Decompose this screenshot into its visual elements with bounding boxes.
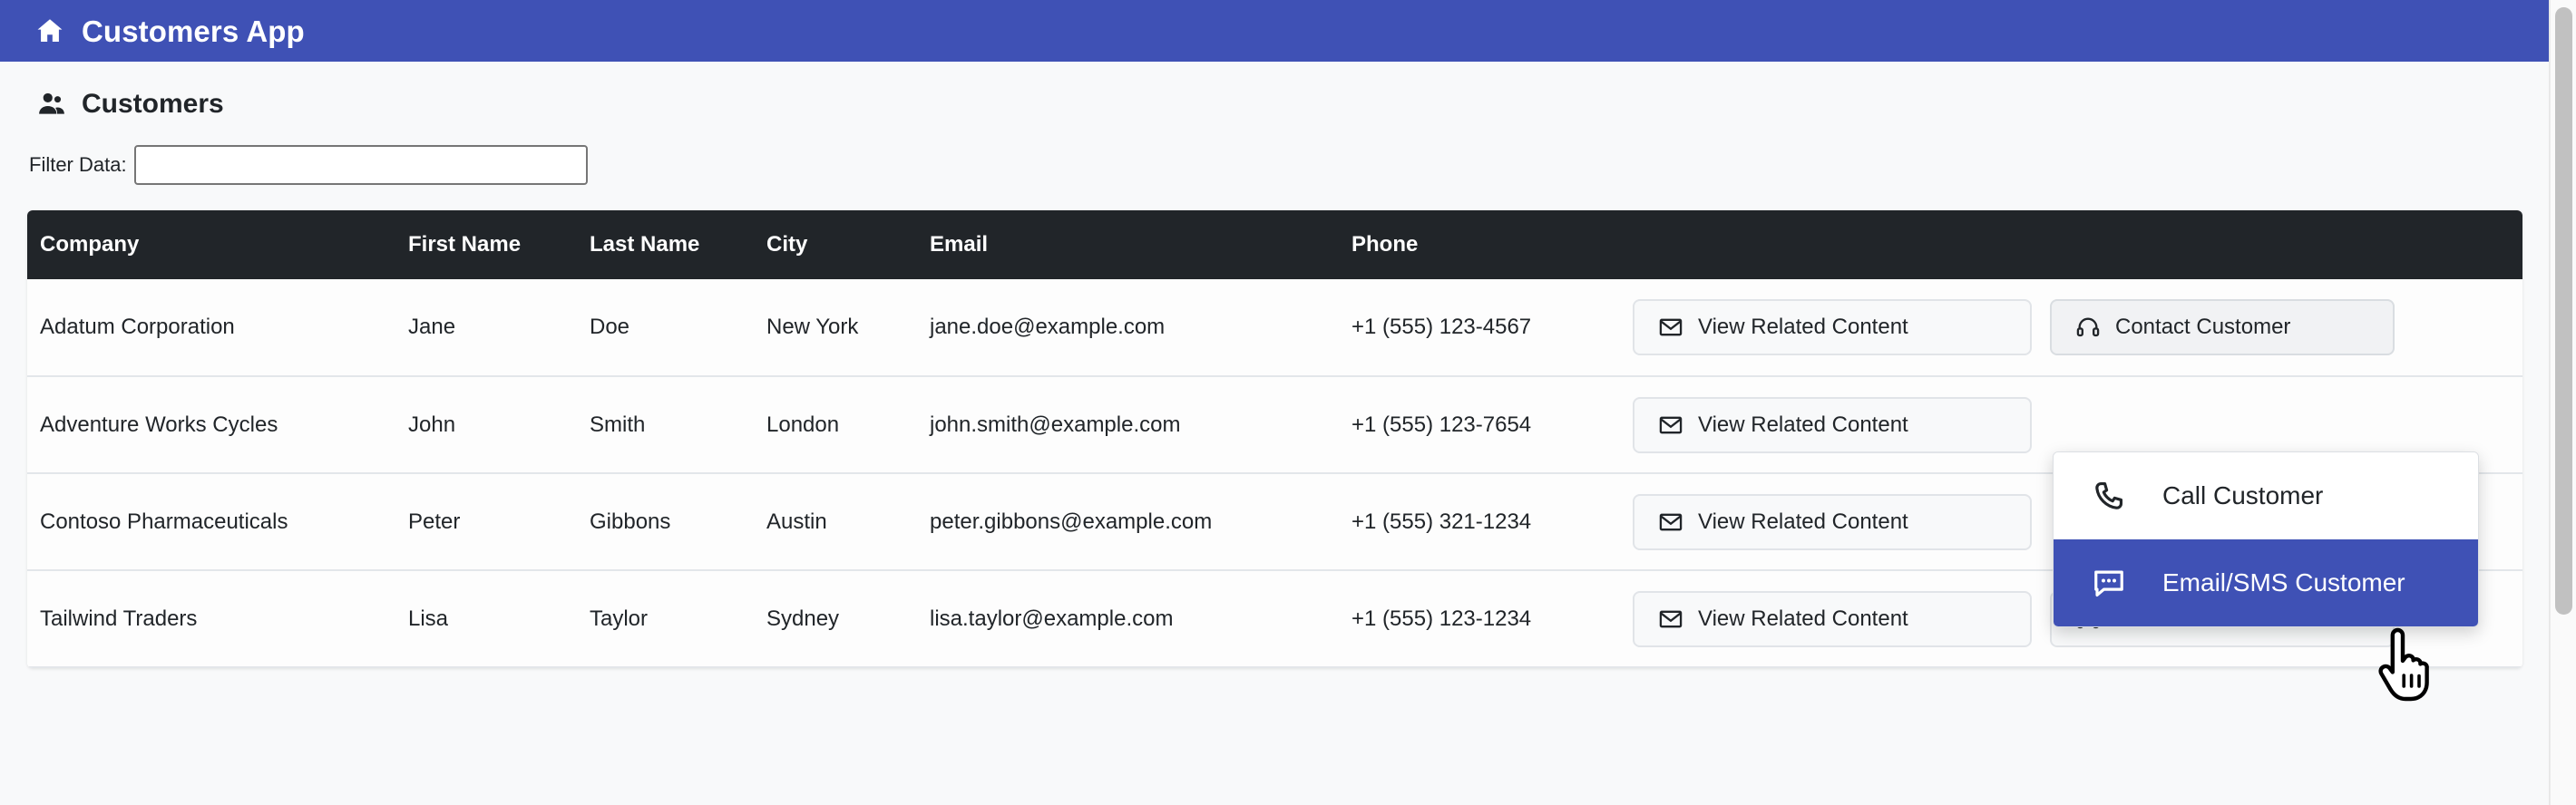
view-related-content-label: View Related Content: [1698, 606, 1908, 631]
filter-label: Filter Data:: [29, 153, 127, 176]
view-related-content-button[interactable]: View Related Content: [1633, 493, 2032, 550]
menu-item-email-sms-customer-label: Email/SMS Customer: [2162, 568, 2405, 596]
column-header-phone: Phone: [1351, 210, 1633, 279]
phone-icon: [2092, 479, 2126, 513]
view-related-content-button[interactable]: View Related Content: [1633, 590, 2032, 647]
chat-bubble-icon: [2092, 566, 2126, 600]
contact-customer-button[interactable]: Contact Customer: [2050, 299, 2395, 355]
row-actions: View Related Content: [1633, 299, 2522, 355]
envelope-icon: [1658, 509, 1683, 535]
page-body: Customers Filter Data: Company First Nam…: [0, 62, 2550, 805]
cell-phone: +1 (555) 321-1234: [1351, 473, 1633, 571]
cell-last-name: Gibbons: [590, 473, 766, 571]
scrollbar-thumb[interactable]: [2555, 7, 2572, 615]
view-related-content-label: View Related Content: [1698, 315, 1908, 339]
column-header-email: Email: [930, 210, 1351, 279]
cell-first-name: Peter: [408, 473, 590, 571]
view-related-content-button[interactable]: View Related Content: [1633, 299, 2032, 355]
cell-last-name: Doe: [590, 279, 766, 377]
cell-phone: +1 (555) 123-1234: [1351, 570, 1633, 668]
cell-email: john.smith@example.com: [930, 376, 1351, 474]
table-header-row: Company First Name Last Name City Email …: [27, 210, 2522, 279]
column-header-company: Company: [27, 210, 408, 279]
cell-company: Adventure Works Cycles: [27, 376, 408, 474]
app-title: Customers App: [82, 14, 305, 48]
cell-email: lisa.taylor@example.com: [930, 570, 1351, 668]
envelope-icon: [1658, 606, 1683, 632]
app-header: Customers App: [0, 0, 2550, 62]
cell-last-name: Smith: [590, 376, 766, 474]
column-header-actions: [1633, 210, 2522, 279]
cell-first-name: Jane: [408, 279, 590, 377]
menu-item-email-sms-customer[interactable]: Email/SMS Customer: [2054, 539, 2478, 626]
cell-email: jane.doe@example.com: [930, 279, 1351, 377]
cell-company: Tailwind Traders: [27, 570, 408, 668]
filter-input[interactable]: [133, 145, 588, 185]
menu-item-call-customer-label: Call Customer: [2162, 481, 2324, 509]
cell-first-name: John: [408, 376, 590, 474]
table-row: Adatum Corporation Jane Doe New York jan…: [27, 279, 2522, 377]
cell-city: New York: [766, 279, 930, 377]
column-header-city: City: [766, 210, 930, 279]
app-window: Customers App Customers Filter Data: Com…: [0, 0, 2576, 805]
page-title: Customers: [0, 62, 2550, 120]
envelope-icon: [1658, 315, 1683, 340]
envelope-icon: [1658, 412, 1683, 438]
cell-city: Austin: [766, 473, 930, 571]
cell-actions: View Related Content: [1633, 279, 2522, 377]
filter-row: Filter Data:: [0, 120, 2550, 185]
cell-city: Sydney: [766, 570, 930, 668]
cell-phone: +1 (555) 123-7654: [1351, 376, 1633, 474]
contact-customer-dropdown: Call Customer Email/SMS Customer: [2053, 451, 2479, 627]
view-related-content-label: View Related Content: [1698, 412, 1908, 437]
cell-company: Contoso Pharmaceuticals: [27, 473, 408, 571]
headset-icon: [2075, 315, 2101, 340]
page-title-label: Customers: [82, 89, 224, 119]
column-header-first-name: First Name: [408, 210, 590, 279]
vertical-scrollbar[interactable]: [2550, 0, 2576, 805]
row-actions: View Related Content: [1633, 396, 2522, 453]
home-icon: [34, 15, 65, 46]
view-related-content-button[interactable]: View Related Content: [1633, 396, 2032, 453]
cell-last-name: Taylor: [590, 570, 766, 668]
people-icon: [36, 89, 67, 120]
column-header-last-name: Last Name: [590, 210, 766, 279]
cell-company: Adatum Corporation: [27, 279, 408, 377]
cell-first-name: Lisa: [408, 570, 590, 668]
cell-phone: +1 (555) 123-4567: [1351, 279, 1633, 377]
contact-customer-label: Contact Customer: [2115, 315, 2291, 339]
cell-city: London: [766, 376, 930, 474]
menu-item-call-customer[interactable]: Call Customer: [2054, 452, 2478, 539]
view-related-content-label: View Related Content: [1698, 509, 1908, 534]
cell-email: peter.gibbons@example.com: [930, 473, 1351, 571]
table-header: Company First Name Last Name City Email …: [27, 210, 2522, 279]
